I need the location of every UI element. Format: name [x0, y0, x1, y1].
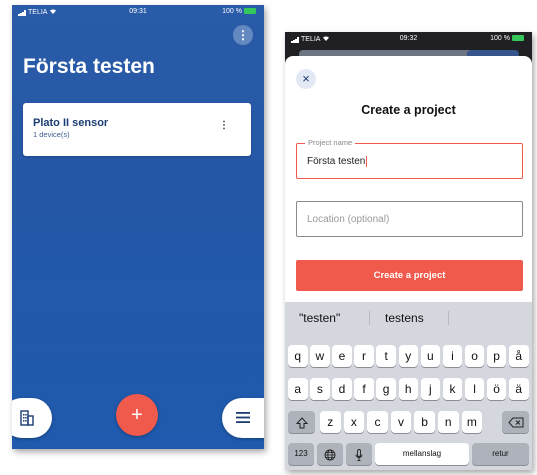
close-icon: × — [302, 71, 310, 86]
battery: 100 % — [490, 35, 524, 42]
key-c[interactable]: c — [367, 411, 388, 433]
shift-icon — [295, 417, 308, 429]
key-å[interactable]: å — [509, 345, 529, 367]
key-r[interactable]: r — [354, 345, 374, 367]
plus-icon: + — [131, 404, 143, 426]
key-n[interactable]: n — [438, 411, 459, 433]
backspace-icon — [507, 417, 523, 428]
key-q[interactable]: q — [288, 345, 308, 367]
card-more-icon[interactable]: ⋮ — [219, 121, 229, 131]
key-m[interactable]: m — [461, 411, 483, 433]
text-caret — [366, 156, 368, 167]
menu-icon — [236, 412, 250, 423]
project-name-field[interactable]: Project name Första testen — [296, 138, 523, 179]
device-count: 1 device(s) — [33, 130, 70, 139]
battery-icon — [244, 8, 256, 15]
key-b[interactable]: b — [414, 411, 435, 433]
microphone-icon — [355, 448, 363, 461]
key-w[interactable]: w — [310, 345, 330, 367]
key-k[interactable]: k — [442, 378, 463, 400]
add-button[interactable]: + — [116, 394, 158, 436]
dialog-title: Create a project — [361, 103, 456, 117]
space-key[interactable]: mellanslag — [375, 443, 469, 465]
location-placeholder: Location (optional) — [307, 214, 390, 225]
battery-label: 100 % — [222, 8, 242, 15]
menu-button[interactable] — [222, 398, 264, 438]
suggestion-1[interactable]: "testen" — [299, 311, 340, 325]
sensor-card[interactable]: Plato II sensor 1 device(s) ⋮ — [23, 103, 251, 156]
key-i[interactable]: i — [442, 345, 463, 367]
status-bar: TELIA 09:31 100 % — [12, 5, 264, 19]
backspace-key[interactable] — [502, 411, 529, 433]
battery-label: 100 % — [490, 35, 510, 42]
more-vertical-icon: ⋮ — [237, 28, 249, 42]
key-a[interactable]: a — [288, 378, 308, 400]
numbers-key[interactable]: 123 — [288, 443, 314, 465]
create-project-dialog: × Create a project Project name Första t… — [285, 56, 532, 310]
suggestion-divider — [369, 311, 370, 325]
shift-key[interactable] — [288, 411, 315, 433]
return-key[interactable]: retur — [472, 443, 529, 465]
create-project-button[interactable]: Create a project — [296, 260, 523, 291]
project-name-label: Project name — [305, 138, 356, 147]
key-u[interactable]: u — [420, 345, 441, 367]
dictation-key[interactable] — [346, 443, 372, 465]
project-name-value: Första testen — [307, 156, 368, 168]
close-button[interactable]: × — [296, 69, 316, 89]
create-project-screen: TELIA 09:32 100 % × Create a project Pro… — [285, 32, 532, 470]
key-t[interactable]: t — [376, 345, 396, 367]
suggestion-bar: "testen" testens — [285, 302, 532, 332]
key-x[interactable]: x — [343, 411, 365, 433]
key-z[interactable]: z — [320, 411, 341, 433]
location-field[interactable]: Location (optional) — [296, 201, 523, 237]
key-ä[interactable]: ä — [509, 378, 529, 400]
key-d[interactable]: d — [332, 378, 352, 400]
building-icon — [20, 410, 34, 426]
screenshot-stage: TELIA 09:31 100 % ⋮ Första testen Plato … — [0, 0, 537, 475]
key-p[interactable]: p — [486, 345, 507, 367]
key-y[interactable]: y — [398, 345, 418, 367]
key-f[interactable]: f — [354, 378, 374, 400]
key-o[interactable]: o — [464, 345, 485, 367]
key-e[interactable]: e — [332, 345, 352, 367]
key-g[interactable]: g — [376, 378, 396, 400]
key-j[interactable]: j — [420, 378, 441, 400]
keyboard: "testen" testens qwertyuiopå asdfghjklöä z… — [285, 302, 532, 470]
sensor-name: Plato II sensor — [33, 117, 109, 129]
buildings-button[interactable] — [12, 398, 52, 438]
key-h[interactable]: h — [398, 378, 418, 400]
battery-icon — [512, 35, 524, 42]
more-options-button[interactable]: ⋮ — [233, 25, 253, 45]
project-name-text: Första testen — [307, 156, 366, 168]
key-l[interactable]: l — [464, 378, 485, 400]
suggestion-divider — [448, 311, 449, 325]
key-s[interactable]: s — [310, 378, 330, 400]
battery: 100 % — [222, 8, 256, 15]
status-bar: TELIA 09:32 100 % — [285, 32, 532, 46]
page-title: Första testen — [23, 55, 155, 78]
globe-key[interactable] — [317, 443, 343, 465]
project-screen: TELIA 09:31 100 % ⋮ Första testen Plato … — [12, 5, 264, 449]
key-v[interactable]: v — [390, 411, 412, 433]
suggestion-2[interactable]: testens — [385, 311, 424, 325]
key-ö[interactable]: ö — [486, 378, 507, 400]
globe-icon — [324, 449, 336, 461]
